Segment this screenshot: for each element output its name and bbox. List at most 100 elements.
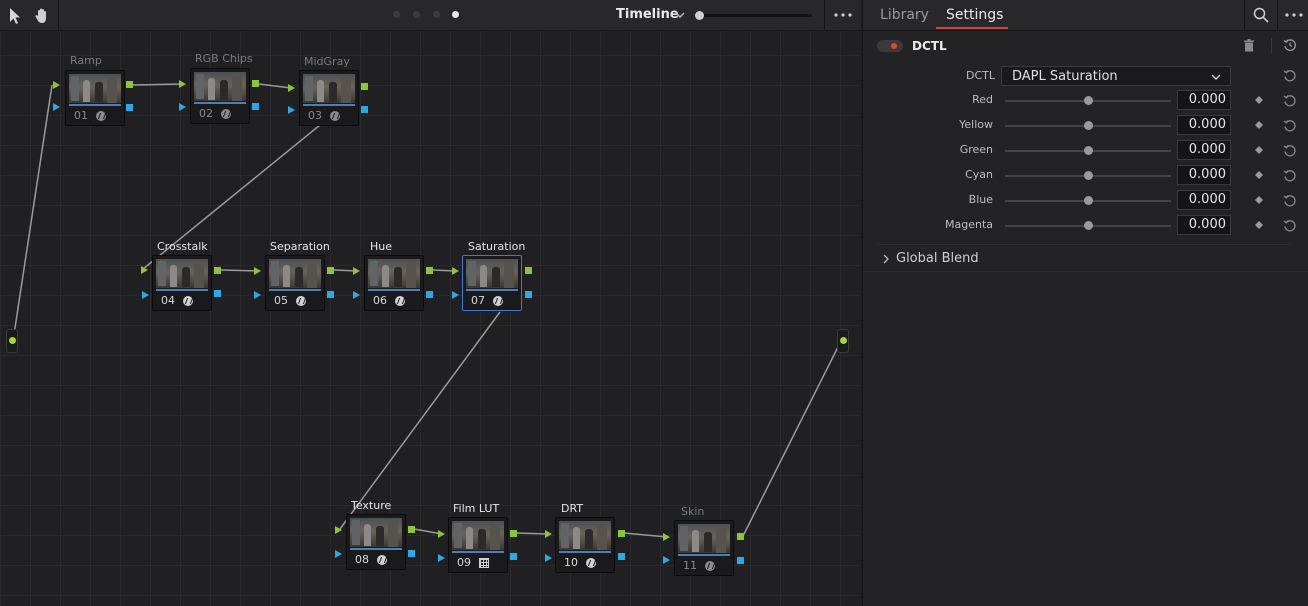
node-08[interactable]: 08 <box>346 514 406 570</box>
alpha-input-port[interactable] <box>663 556 670 564</box>
alpha-input-port[interactable] <box>452 291 459 299</box>
rgb-input-port[interactable] <box>141 266 148 274</box>
alpha-output-port[interactable] <box>525 291 532 298</box>
keyframe-diamond-icon[interactable] <box>1255 96 1263 104</box>
alpha-input-port[interactable] <box>288 106 295 114</box>
hand-icon[interactable] <box>32 6 52 26</box>
alpha-input-port[interactable] <box>179 103 186 111</box>
rgb-input-port[interactable] <box>53 81 60 89</box>
alpha-input-port[interactable] <box>438 554 445 562</box>
page-dot-active[interactable] <box>452 11 459 18</box>
node-09[interactable]: 09 <box>448 517 508 573</box>
param-slider-knob[interactable] <box>1083 196 1093 205</box>
zoom-slider-knob[interactable] <box>695 11 704 20</box>
keyframe-diamond-icon[interactable] <box>1255 121 1263 129</box>
keyframe-diamond-icon[interactable] <box>1255 146 1263 154</box>
reset-icon[interactable] <box>1283 169 1297 183</box>
rgb-input-port[interactable] <box>438 530 445 538</box>
rgb-output-port[interactable] <box>327 267 334 274</box>
rgb-input-port[interactable] <box>353 267 360 275</box>
alpha-output-port[interactable] <box>214 290 221 297</box>
keyframe-diamond-icon[interactable] <box>1255 196 1263 204</box>
alpha-output-port[interactable] <box>510 553 517 560</box>
output-node[interactable] <box>837 329 849 353</box>
source-input-node[interactable] <box>6 329 18 353</box>
rgb-input-port[interactable] <box>179 80 186 88</box>
param-value-field[interactable]: 0.000 <box>1177 215 1231 235</box>
node-11[interactable]: 11 <box>674 520 734 576</box>
global-blend-section[interactable]: Global Blend <box>878 244 1290 272</box>
reset-icon[interactable] <box>1283 69 1297 83</box>
dctl-select[interactable]: DAPL Saturation <box>1001 66 1231 86</box>
alpha-input-port[interactable] <box>545 554 552 562</box>
reset-icon[interactable] <box>1283 94 1297 108</box>
node-graph-area[interactable]: Timeline Ramp 01 RGB Chips 02 MidGray 03… <box>0 0 861 606</box>
search-icon[interactable] <box>1253 7 1269 23</box>
rgb-output-port[interactable] <box>408 526 415 533</box>
rgb-input-port[interactable] <box>663 533 670 541</box>
rgb-input-port[interactable] <box>254 267 261 275</box>
param-slider-knob[interactable] <box>1083 121 1093 130</box>
alpha-output-port[interactable] <box>618 553 625 560</box>
rgb-output-port[interactable] <box>214 267 221 274</box>
rgb-output-port[interactable] <box>525 267 532 274</box>
rgb-output-port[interactable] <box>618 530 625 537</box>
alpha-input-port[interactable] <box>335 550 342 558</box>
alpha-output-port[interactable] <box>426 291 433 298</box>
reset-icon[interactable] <box>1283 219 1297 233</box>
keyframe-diamond-icon[interactable] <box>1255 171 1263 179</box>
alpha-output-port[interactable] <box>252 103 259 110</box>
reset-icon[interactable] <box>1283 144 1297 158</box>
rgb-input-port[interactable] <box>335 526 342 534</box>
param-slider-knob[interactable] <box>1083 96 1093 105</box>
reset-icon[interactable] <box>1283 119 1297 133</box>
param-slider-knob[interactable] <box>1083 221 1093 230</box>
more-options-icon[interactable] <box>1283 8 1305 22</box>
more-options-icon[interactable] <box>832 8 854 22</box>
rgb-output-port[interactable] <box>510 530 517 537</box>
chevron-down-icon[interactable] <box>674 9 686 21</box>
rgb-output-port[interactable] <box>361 83 368 90</box>
alpha-output-port[interactable] <box>126 104 133 111</box>
alpha-input-port[interactable] <box>353 291 360 299</box>
page-dot[interactable] <box>433 11 440 18</box>
page-dot[interactable] <box>413 11 420 18</box>
timeline-title[interactable]: Timeline <box>616 7 679 22</box>
rgb-output-port[interactable] <box>252 80 259 87</box>
rgb-output-port[interactable] <box>426 267 433 274</box>
node-10[interactable]: 10 <box>555 517 615 573</box>
reset-all-icon[interactable] <box>1283 38 1297 52</box>
node-01[interactable]: 01 <box>65 70 125 126</box>
param-value-field[interactable]: 0.000 <box>1177 165 1231 185</box>
tab-library[interactable]: Library <box>880 7 929 23</box>
rgb-input-port[interactable] <box>452 267 459 275</box>
alpha-input-port[interactable] <box>142 291 149 299</box>
alpha-input-port[interactable] <box>53 103 60 111</box>
param-value-field[interactable]: 0.000 <box>1177 115 1231 135</box>
rgb-input-port[interactable] <box>288 84 295 92</box>
alpha-input-port[interactable] <box>254 291 261 299</box>
param-slider-knob[interactable] <box>1083 146 1093 155</box>
node-05[interactable]: 05 <box>265 255 325 311</box>
param-value-field[interactable]: 0.000 <box>1177 90 1231 110</box>
node-02[interactable]: 02 <box>190 68 250 124</box>
node-03[interactable]: 03 <box>299 70 359 126</box>
rgb-output-port[interactable] <box>126 81 133 88</box>
alpha-output-port[interactable] <box>408 550 415 557</box>
effect-enable-toggle[interactable] <box>877 40 903 52</box>
node-06[interactable]: 06 <box>364 255 424 311</box>
reset-icon[interactable] <box>1283 194 1297 208</box>
tab-settings[interactable]: Settings <box>946 7 1003 23</box>
pointer-icon[interactable] <box>5 6 25 26</box>
rgb-input-port[interactable] <box>545 530 552 538</box>
zoom-slider-track[interactable] <box>700 14 812 17</box>
alpha-output-port[interactable] <box>361 106 368 113</box>
alpha-output-port[interactable] <box>327 291 334 298</box>
trash-icon[interactable] <box>1243 39 1255 52</box>
param-slider-knob[interactable] <box>1083 171 1093 180</box>
keyframe-diamond-icon[interactable] <box>1255 221 1263 229</box>
param-value-field[interactable]: 0.000 <box>1177 140 1231 160</box>
param-value-field[interactable]: 0.000 <box>1177 190 1231 210</box>
node-07-selected[interactable]: 07 <box>462 255 522 311</box>
node-04[interactable]: 04 <box>152 255 212 311</box>
